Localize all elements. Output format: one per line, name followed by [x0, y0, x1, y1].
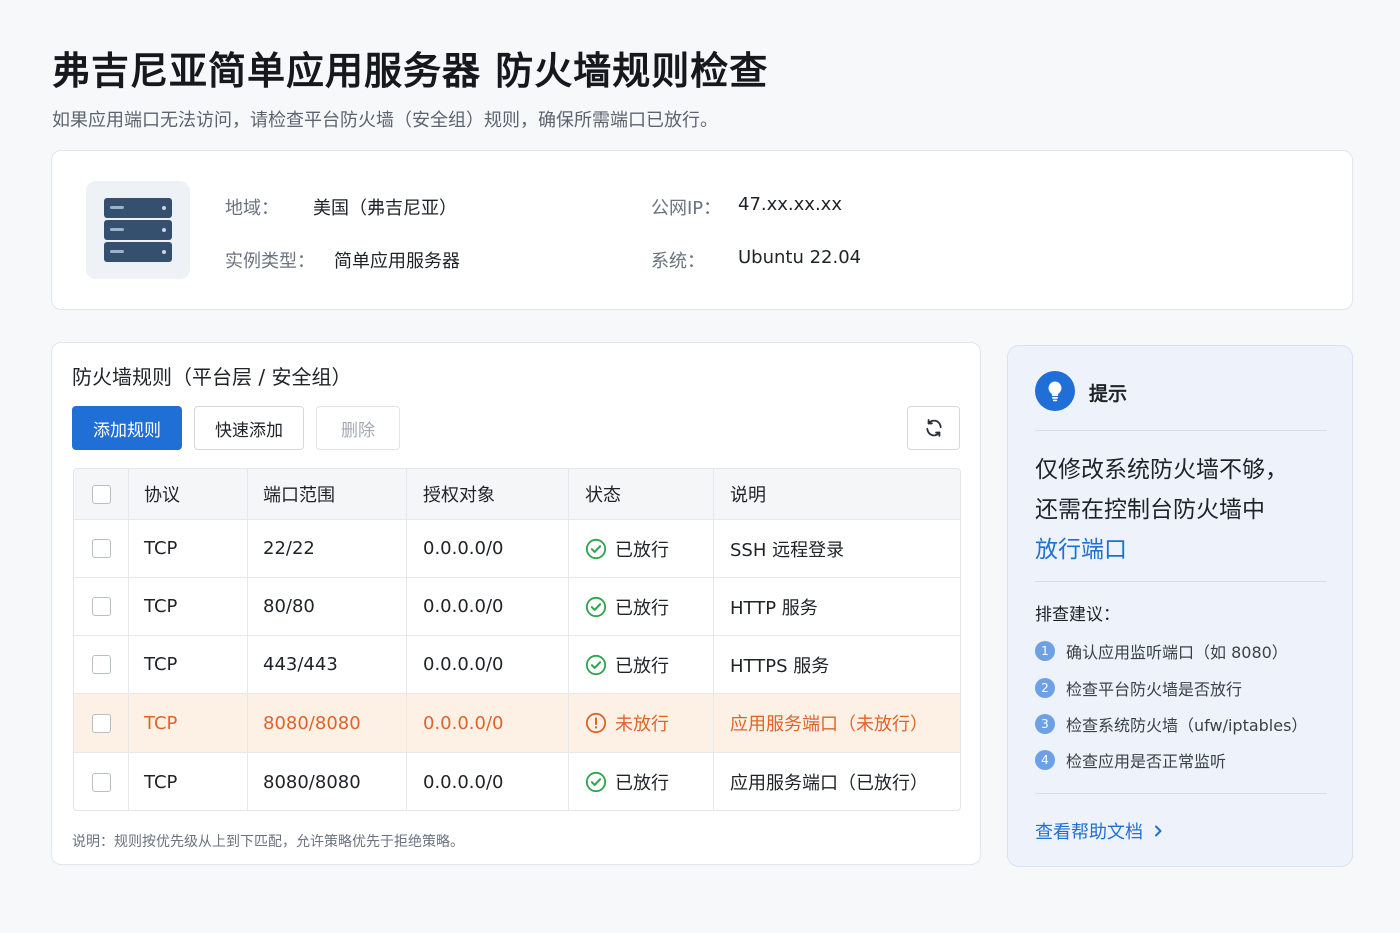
instance-type-value: 简单应用服务器 — [334, 251, 460, 272]
rules-title: 防火墙规则（平台层 / 安全组） — [72, 365, 352, 389]
tips-message-line-1: 仅修改系统防火墙不够， — [1035, 457, 1288, 483]
tips-title: 提示 — [1089, 383, 1128, 405]
cell-port: 22/22 — [248, 520, 407, 577]
tip-step: 1 确认应用监听端口（如 8080） — [1035, 639, 1288, 663]
os-value: Ubuntu 22.04 — [738, 247, 862, 268]
region-value: 美国（弗吉尼亚） — [313, 198, 457, 219]
delete-button[interactable]: 删除 — [316, 406, 400, 450]
table-row: TCP 22/22 0.0.0.0/0 已放行 SSH 远程登录 — [74, 520, 960, 578]
select-all-checkbox[interactable] — [91, 484, 111, 504]
cell-status: 未放行 — [615, 714, 669, 735]
quick-add-button[interactable]: 快速添加 — [194, 406, 304, 450]
row-checkbox[interactable] — [91, 539, 111, 558]
column-header-note: 说明 — [730, 485, 766, 506]
cell-port: 8080/8080 — [248, 753, 407, 810]
table-row: TCP 8080/8080 0.0.0.0/0 已放行 应用服务端口（已放行） — [74, 753, 960, 810]
tips-subtitle: 排查建议： — [1035, 605, 1120, 625]
tips-message-line-2: 还需在控制台防火墙中 — [1035, 497, 1265, 523]
step-text: 检查应用是否正常监听 — [1066, 752, 1227, 771]
cell-note: HTTP 服务 — [730, 597, 818, 619]
cell-note: HTTPS 服务 — [730, 655, 830, 677]
check-circle-icon — [585, 771, 607, 793]
refresh-icon — [925, 419, 942, 437]
help-docs-link[interactable]: 查看帮助文档 — [1035, 818, 1163, 844]
cell-source: 0.0.0.0/0 — [407, 520, 569, 577]
cell-protocol: TCP — [129, 753, 248, 810]
column-header-protocol: 协议 — [129, 469, 248, 519]
step-text: 确认应用监听端口（如 8080） — [1066, 643, 1288, 662]
instance-type-label: 实例类型： — [225, 251, 315, 272]
refresh-button[interactable] — [907, 406, 960, 450]
column-header-port-range: 端口范围 — [248, 469, 407, 519]
cell-status: 已放行 — [615, 655, 669, 677]
cell-source: 0.0.0.0/0 — [407, 694, 569, 752]
cell-note: 应用服务端口（已放行） — [730, 773, 928, 794]
tips-card: 提示 仅修改系统防火墙不够， 还需在控制台防火墙中 放行端口 排查建议： 1 确… — [1007, 345, 1353, 867]
tips-message-highlight: 放行端口 — [1035, 537, 1127, 563]
server-icon — [86, 181, 190, 279]
tips-divider — [1035, 581, 1327, 582]
table-row: TCP 80/80 0.0.0.0/0 已放行 HTTP 服务 — [74, 578, 960, 636]
tips-divider — [1035, 430, 1327, 431]
cell-port: 8080/8080 — [248, 694, 407, 752]
public-ip-value: 47.xx.xx.xx — [738, 194, 842, 215]
help-docs-link-label: 查看帮助文档 — [1035, 822, 1143, 843]
cell-protocol: TCP — [129, 636, 248, 693]
cell-port: 80/80 — [248, 578, 407, 635]
firewall-rules-card: 防火墙规则（平台层 / 安全组） 添加规则 快速添加 删除 协议 端口范围 授权… — [51, 342, 981, 865]
cell-protocol: TCP — [129, 578, 248, 635]
instance-info-card: 地域： 美国（弗吉尼亚） 实例类型： 简单应用服务器 公网IP： 47.xx.x… — [51, 150, 1353, 310]
step-number-badge: 1 — [1035, 641, 1055, 661]
row-checkbox[interactable] — [91, 597, 111, 616]
table-row: TCP 443/443 0.0.0.0/0 已放行 HTTPS 服务 — [74, 636, 960, 694]
step-text: 检查平台防火墙是否放行 — [1066, 680, 1243, 699]
row-checkbox[interactable] — [91, 713, 111, 733]
column-header-status: 状态 — [569, 469, 714, 519]
step-number-badge: 2 — [1035, 678, 1055, 698]
tip-step: 2 检查平台防火墙是否放行 — [1035, 676, 1242, 700]
check-circle-icon — [585, 596, 607, 617]
table-row-warning: TCP 8080/8080 0.0.0.0/0 未放行 应用服务端口（未放行） — [74, 694, 960, 753]
cell-source: 0.0.0.0/0 — [407, 753, 569, 810]
step-number-badge: 3 — [1035, 714, 1055, 734]
tips-divider — [1035, 793, 1327, 794]
lightbulb-icon — [1035, 371, 1075, 411]
chevron-right-icon — [1155, 825, 1162, 837]
page-subtitle: 如果应用端口无法访问，请检查平台防火墙（安全组）规则，确保所需端口已放行。 — [52, 110, 718, 131]
cell-status: 已放行 — [615, 597, 669, 619]
cell-source: 0.0.0.0/0 — [407, 636, 569, 693]
add-rule-button[interactable]: 添加规则 — [72, 406, 182, 450]
rules-footnote: 说明：规则按优先级从上到下匹配，允许策略优先于拒绝策略。 — [72, 834, 464, 850]
column-header-source: 授权对象 — [407, 469, 569, 519]
table-header-row: 协议 端口范围 授权对象 状态 说明 — [74, 469, 960, 520]
region-label: 地域： — [225, 198, 279, 219]
tip-step: 3 检查系统防火墙（ufw/iptables） — [1035, 712, 1307, 736]
public-ip-label: 公网IP： — [651, 198, 722, 219]
cell-protocol: TCP — [129, 694, 248, 752]
os-label: 系统： — [651, 251, 705, 272]
cell-note: SSH 远程登录 — [730, 539, 845, 561]
row-checkbox[interactable] — [91, 772, 111, 792]
cell-status: 已放行 — [615, 539, 669, 561]
cell-port: 443/443 — [248, 636, 407, 693]
cell-protocol: TCP — [129, 520, 248, 577]
page-title: 弗吉尼亚简单应用服务器 防火墙规则检查 — [52, 49, 769, 93]
alert-circle-icon — [585, 712, 607, 734]
cell-status: 已放行 — [615, 773, 669, 794]
check-circle-icon — [585, 538, 607, 559]
rules-table: 协议 端口范围 授权对象 状态 说明 TCP 22/22 0.0.0.0/0 已… — [73, 468, 961, 811]
step-number-badge: 4 — [1035, 750, 1055, 770]
row-checkbox[interactable] — [91, 655, 111, 674]
check-circle-icon — [585, 654, 607, 675]
cell-note: 应用服务端口（未放行） — [730, 714, 928, 735]
cell-source: 0.0.0.0/0 — [407, 578, 569, 635]
tip-step: 4 检查应用是否正常监听 — [1035, 748, 1226, 772]
step-text: 检查系统防火墙（ufw/iptables） — [1066, 716, 1308, 735]
tips-message: 仅修改系统防火墙不够， 还需在控制台防火墙中 放行端口 — [1035, 450, 1327, 570]
